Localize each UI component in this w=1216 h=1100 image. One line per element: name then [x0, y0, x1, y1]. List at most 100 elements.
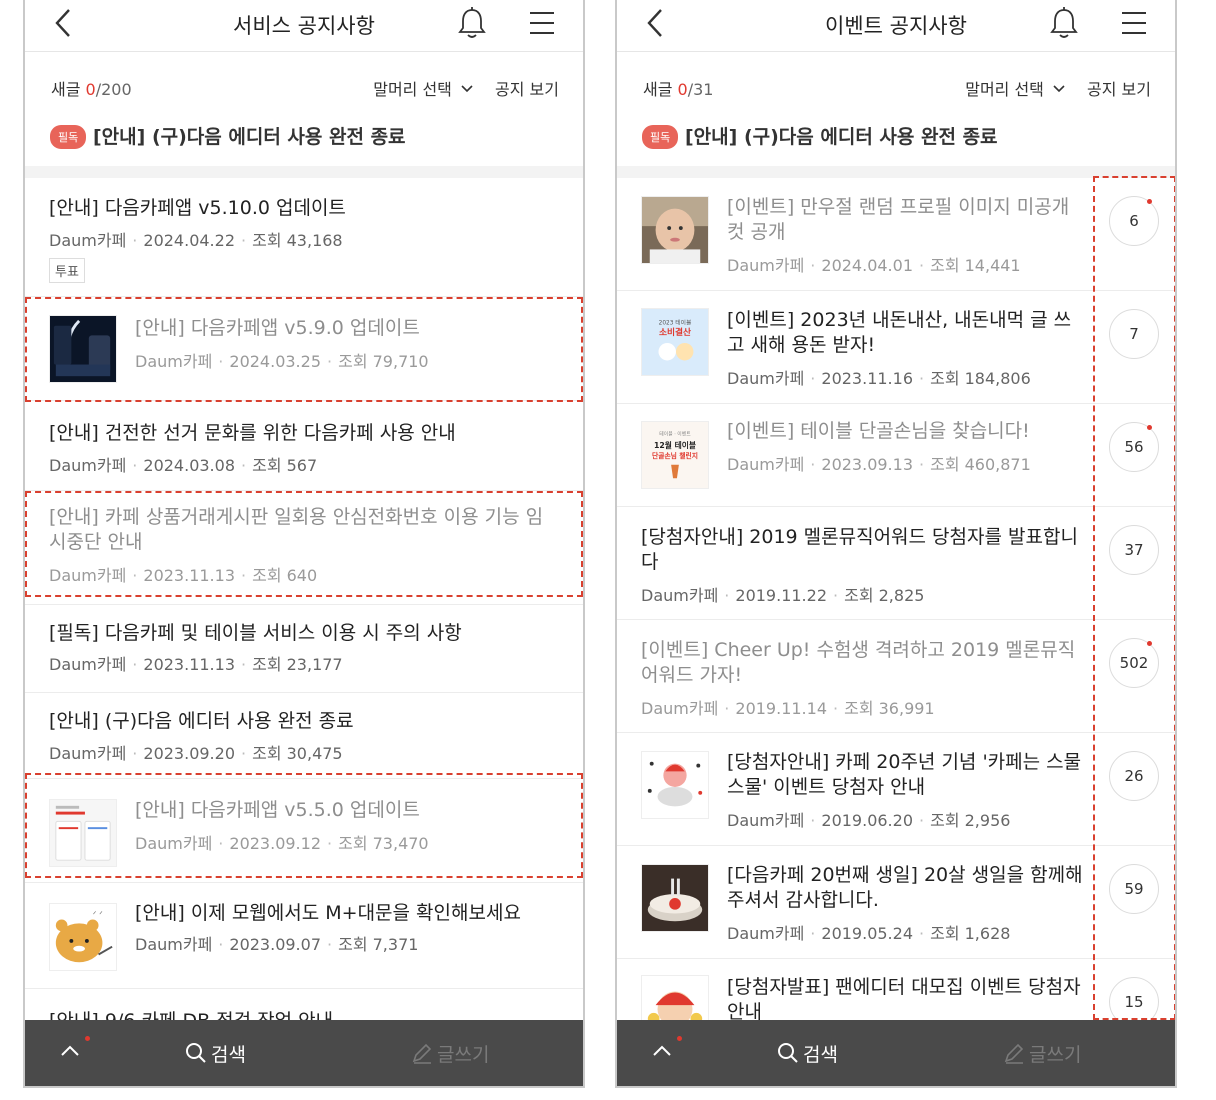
- post-title: [안내] 카페 상품거래게시판 일회용 안심전화번호 이용 기능 임시중단 안내: [49, 506, 544, 553]
- post-views: 조회 30,475: [252, 744, 343, 763]
- list-item[interactable]: 2023 테이블 소비결산 [이벤트] 2023년 내돈내산, 내돈내먹 글 쓰…: [617, 291, 1175, 404]
- event-notice-screen: 이벤트 공지사항 새글 0/31 말머리 선택 공지 보기 필독 [안내] (구…: [615, 0, 1177, 1088]
- list-item[interactable]: [이벤트] 만우절 랜덤 프로필 이미지 미공개 컷 공개 Daum카페 · 202…: [617, 178, 1175, 291]
- post-author: Daum카페: [727, 811, 805, 830]
- post-meta: Daum카페 · 2024.04.22 · 조회 43,168: [49, 231, 343, 250]
- post-date: 2024.04.22: [143, 231, 235, 250]
- list-item[interactable]: [안내] 다음카페앱 v5.5.0 업데이트 Daum카페 · 2023.09.12…: [25, 779, 583, 883]
- post-author: Daum카페: [727, 455, 805, 474]
- fan-editor-character-image: [642, 976, 708, 1020]
- new-dot-indicator: [677, 1036, 682, 1041]
- header-filter-label: 말머리 선택: [373, 80, 452, 99]
- list-item[interactable]: [안내] 건전한 선거 문화를 위한 다음카페 사용 안내 Daum카페 · 202…: [25, 401, 583, 491]
- header-filter-dropdown[interactable]: 말머리 선택: [373, 76, 473, 100]
- post-author: Daum카페: [641, 586, 719, 605]
- header-filter-dropdown[interactable]: 말머리 선택: [965, 76, 1065, 100]
- write-button[interactable]: 글쓰기: [411, 1040, 489, 1067]
- post-views: 조회 184,806: [930, 369, 1031, 388]
- thumb-text: 소비결산: [659, 326, 691, 338]
- search-button[interactable]: 검색: [185, 1040, 246, 1067]
- post-title: [안내] 다음카페앱 v5.9.0 업데이트: [135, 317, 420, 339]
- list-item[interactable]: [이벤트] Cheer Up! 수험생 격려하고 2019 멜론뮤직어워드 가자…: [617, 620, 1175, 733]
- post-views: 조회 2,825: [844, 586, 925, 605]
- post-views: 조회 7,371: [338, 935, 419, 954]
- post-title: [이벤트] 테이블 단골손님을 찾습니다!: [727, 420, 1030, 442]
- list-item[interactable]: [안내] (구)다음 에디터 사용 완전 종료 Daum카페 · 2023.09.2…: [25, 693, 583, 779]
- total-post-number: /200: [95, 80, 132, 99]
- list-meta-bar: 새글 0/31 말머리 선택 공지 보기: [617, 62, 1175, 112]
- comment-count-bubble[interactable]: 502: [1109, 638, 1159, 688]
- pinned-notice[interactable]: 필독 [안내] (구)다음 에디터 사용 완전 종료: [617, 112, 1175, 166]
- comment-count: 37: [1124, 541, 1144, 559]
- thumb-text: 테이블 · 이벤트: [659, 431, 691, 438]
- post-title: [안내] 다음카페앱 v5.10.0 업데이트: [49, 197, 346, 219]
- svg-text:ᐟ ᐟ: ᐟ ᐟ: [93, 911, 103, 921]
- post-date: 2023.09.07: [229, 935, 321, 954]
- list-item[interactable]: 테이블 · 이벤트 12월 테이블 단골손님 챌린지 [이벤트] 테이블 단골손…: [617, 404, 1175, 507]
- post-thumbnail: [641, 975, 709, 1020]
- comment-count: 502: [1119, 654, 1149, 672]
- post-author: Daum카페: [727, 924, 805, 943]
- list-item[interactable]: [당첨자발표] 팬에디터 대모집 이벤트 당첨자 안내 15: [617, 959, 1175, 1020]
- hamburger-menu-icon[interactable]: [529, 8, 555, 38]
- scroll-top-button[interactable]: [649, 1036, 682, 1064]
- post-list: [안내] 다음카페앱 v5.10.0 업데이트 Daum카페 · 2024.04.2…: [25, 178, 583, 1020]
- list-item[interactable]: [안내] 카페 상품거래게시판 일회용 안심전화번호 이용 기능 임시중단 안내…: [25, 491, 583, 605]
- pencil-icon: [412, 1043, 432, 1064]
- list-meta-bar: 새글 0/200 말머리 선택 공지 보기: [25, 62, 583, 112]
- list-item[interactable]: [당첨자안내] 카페 20주년 기념 '카페는 스물스물' 이벤트 당첨자 안내…: [617, 733, 1175, 846]
- thumb-text: 12월 테이블: [654, 440, 696, 450]
- list-item[interactable]: [안내] 다음카페앱 v5.9.0 업데이트 Daum카페 · 2024.03.25…: [25, 297, 583, 401]
- comment-count-bubble[interactable]: 37: [1109, 525, 1159, 575]
- app-screenshot-image: [50, 800, 116, 866]
- post-views: 조회 640: [252, 566, 318, 585]
- scroll-top-button[interactable]: [57, 1036, 90, 1064]
- hamburger-menu-icon[interactable]: [1121, 8, 1147, 38]
- list-item[interactable]: ᐟ ᐟ [안내] 이제 모웹에서도 M+대문을 확인해보세요 Daum카페 · 20…: [25, 883, 583, 989]
- post-title: [필독] 다음카페 및 테이블 서비스 이용 시 주의 사항: [49, 622, 462, 644]
- comment-count: 56: [1124, 438, 1144, 456]
- pencil-icon: [1004, 1043, 1024, 1064]
- new-post-label: 새글: [643, 80, 673, 99]
- view-notice-button[interactable]: 공지 보기: [1087, 76, 1151, 100]
- post-date: 2024.03.25: [229, 352, 321, 371]
- new-post-number: 0: [677, 80, 688, 99]
- table-challenge-image: 테이블 · 이벤트 12월 테이블 단골손님 챌린지: [642, 422, 708, 488]
- new-post-number: 0: [85, 80, 96, 99]
- pinned-notice-title: [안내] (구)다음 에디터 사용 완전 종료: [685, 126, 998, 148]
- list-item[interactable]: [필독] 다음카페 및 테이블 서비스 이용 시 주의 사항 Daum카페 · 20…: [25, 605, 583, 693]
- list-item[interactable]: [안내] 다음카페앱 v5.10.0 업데이트 Daum카페 · 2024.04.2…: [25, 178, 583, 297]
- bell-icon[interactable]: [1048, 6, 1080, 40]
- new-comment-dot: [1147, 425, 1152, 430]
- view-notice-button[interactable]: 공지 보기: [495, 76, 559, 100]
- comment-count-bubble[interactable]: 59: [1109, 864, 1159, 914]
- bell-icon[interactable]: [456, 6, 488, 40]
- comment-count-bubble[interactable]: 15: [1109, 977, 1159, 1020]
- post-date: 2024.03.08: [143, 456, 235, 475]
- comment-count-bubble[interactable]: 6: [1109, 196, 1159, 246]
- comment-count-bubble[interactable]: 7: [1109, 309, 1159, 359]
- thumb-text: 단골손님 챌린지: [652, 451, 698, 460]
- pinned-notice[interactable]: 필독 [안내] (구)다음 에디터 사용 완전 종료: [25, 112, 583, 166]
- comment-count-bubble[interactable]: 26: [1109, 751, 1159, 801]
- search-button[interactable]: 검색: [777, 1040, 838, 1067]
- write-button[interactable]: 글쓰기: [1003, 1040, 1081, 1067]
- list-item[interactable]: [당첨자안내] 2019 멜론뮤직어워드 당첨자를 발표합니다 Daum카페 · 2…: [617, 507, 1175, 620]
- post-meta: Daum카페 · 2024.04.01 · 조회 14,441: [727, 256, 1021, 275]
- post-meta: Daum카페 · 2023.11.13 · 조회 23,177: [49, 655, 343, 674]
- page-title: 이벤트 공지사항: [825, 14, 967, 38]
- search-label: 검색: [803, 1044, 838, 1066]
- post-thumbnail: ᐟ ᐟ: [49, 903, 117, 971]
- list-item[interactable]: [다음카페 20번째 생일] 20살 생일을 함께해주셔서 감사합니다. Dau…: [617, 846, 1175, 959]
- new-comment-dot: [1147, 199, 1152, 204]
- app-bar: 이벤트 공지사항: [617, 0, 1175, 52]
- app-screenshot-image: [50, 316, 116, 382]
- list-item[interactable]: [안내] 9/6 카페 DB 점검 작업 안내: [25, 989, 583, 1020]
- baby-photo-image: [642, 197, 708, 263]
- post-thumbnail: 테이블 · 이벤트 12월 테이블 단골손님 챌린지: [641, 421, 709, 489]
- comment-count: 26: [1124, 767, 1144, 785]
- comment-count: 59: [1124, 880, 1144, 898]
- post-author: Daum카페: [135, 935, 213, 954]
- post-title: [이벤트] 2023년 내돈내산, 내돈내먹 글 쓰고 새해 용돈 받자!: [727, 309, 1072, 356]
- comment-count-bubble[interactable]: 56: [1109, 422, 1159, 472]
